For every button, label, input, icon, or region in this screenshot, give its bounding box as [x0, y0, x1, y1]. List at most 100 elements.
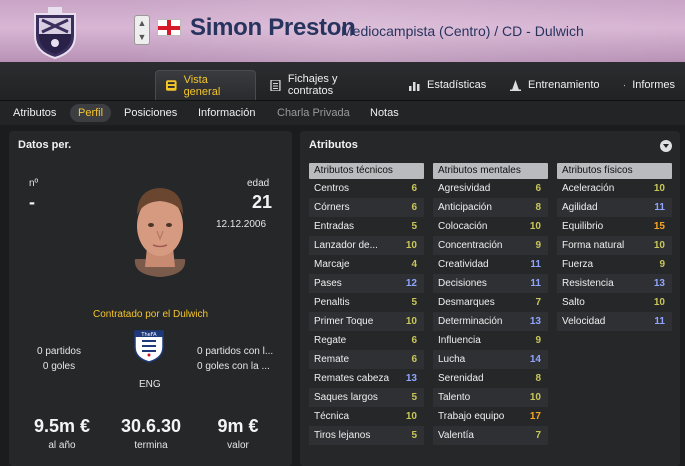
attribute-value: 13 [653, 278, 665, 289]
attribute-name: Entradas [314, 221, 355, 232]
tab-training[interactable]: Entrenamiento [500, 70, 610, 100]
mental-attributes-header: Atributos mentales [433, 163, 548, 179]
attribute-row[interactable]: Velocidad 11 [557, 312, 672, 331]
attribute-value: 10 [405, 240, 417, 251]
attribute-value: 5 [411, 221, 417, 232]
attribute-row[interactable]: Marcaje 4 [309, 255, 424, 274]
attribute-row[interactable]: Influencia 9 [433, 331, 548, 350]
attribute-value: 5 [411, 430, 417, 441]
attribute-row[interactable]: Anticipación 8 [433, 198, 548, 217]
subtab-information[interactable]: Información [190, 104, 263, 122]
attribute-row[interactable]: Decisiones 11 [433, 274, 548, 293]
nation-code: ENG [139, 379, 161, 390]
attribute-name: Trabajo equipo [438, 411, 505, 422]
attribute-row[interactable]: Remates cabeza 13 [309, 369, 424, 388]
attribute-value: 10 [653, 183, 665, 194]
attribute-value: 15 [653, 221, 665, 232]
attribute-row[interactable]: Forma natural 10 [557, 236, 672, 255]
attribute-row[interactable]: Agresividad 6 [433, 179, 548, 198]
attribute-row[interactable]: Desmarques 7 [433, 293, 548, 312]
attribute-name: Regate [314, 335, 347, 346]
attribute-value: 11 [530, 259, 541, 270]
document-icon [270, 79, 281, 91]
attribute-name: Marcaje [314, 259, 350, 270]
subtab-notes[interactable]: Notas [362, 104, 407, 122]
attribute-name: Agilidad [562, 202, 598, 213]
attribute-row[interactable]: Creatividad 11 [433, 255, 548, 274]
attribute-row[interactable]: Aceleración 10 [557, 179, 672, 198]
attribute-row[interactable]: Determinación 13 [433, 312, 548, 331]
tab-statistics[interactable]: Estadísticas [399, 70, 497, 100]
attribute-value: 9 [535, 335, 541, 346]
attribute-name: Talento [438, 392, 471, 403]
attribute-row[interactable]: Salto 10 [557, 293, 672, 312]
attribute-row[interactable]: Córners 6 [309, 198, 424, 217]
attribute-name: Concentración [438, 240, 503, 251]
attribute-row[interactable]: Colocación 10 [433, 217, 548, 236]
panel-menu-dropdown-icon[interactable] [660, 140, 672, 152]
subtab-profile[interactable]: Perfil [70, 104, 112, 122]
subtab-attributes[interactable]: Atributos [5, 104, 64, 122]
contract-expiry-label: termina [134, 440, 168, 451]
player-role[interactable]: Mediocampista (Centro) / CD - Dulwich [341, 23, 584, 39]
attribute-row[interactable]: Valentía 7 [433, 426, 548, 445]
club-goals: 0 goles [42, 361, 76, 372]
attribute-name: Lucha [438, 354, 466, 365]
attribute-row[interactable]: Agilidad 11 [557, 198, 672, 217]
attribute-value: 9 [535, 240, 541, 251]
attribute-value: 5 [411, 392, 417, 403]
attribute-row[interactable]: Regate 6 [309, 331, 424, 350]
overview-icon [166, 80, 177, 91]
attribute-name: Anticipación [438, 202, 492, 213]
attribute-name: Aceleración [562, 183, 615, 194]
next-player-icon[interactable]: ▼ [135, 30, 149, 44]
attribute-row[interactable]: Serenidad 8 [433, 369, 548, 388]
attribute-row[interactable]: Lucha 14 [433, 350, 548, 369]
attribute-value: 4 [411, 259, 417, 270]
attribute-row[interactable]: Entradas 5 [309, 217, 424, 236]
birth-date: 12.12.2006 [216, 219, 267, 230]
personal-data-panel: Datos per. nº - edad 21 12.12.2006 Contr… [9, 131, 292, 466]
attribute-row[interactable]: Penaltis 5 [309, 293, 424, 312]
report-icon [624, 84, 626, 86]
tab-transfers-contracts[interactable]: Fichajes y contratos [260, 70, 395, 100]
attribute-row[interactable]: Saques largos 5 [309, 388, 424, 407]
attribute-row[interactable]: Técnica 10 [309, 407, 424, 426]
attribute-row[interactable]: Remate 6 [309, 350, 424, 369]
personal-data-title: Datos per. [18, 139, 72, 151]
attribute-value: 6 [411, 202, 417, 213]
contract-status[interactable]: Contratado por el Dulwich [9, 309, 292, 320]
tab-transfers-label: Fichajes y contratos [287, 73, 338, 97]
attribute-row[interactable]: Talento 10 [433, 388, 548, 407]
market-value-label: valor [227, 440, 249, 451]
attribute-value: 10 [653, 297, 665, 308]
attribute-row[interactable]: Resistencia 13 [557, 274, 672, 293]
attribute-row[interactable]: Fuerza 9 [557, 255, 672, 274]
attribute-name: Colocación [438, 221, 488, 232]
mental-attributes-column: Atributos mentales Agresividad 6 Anticipac… [433, 163, 548, 445]
attribute-row[interactable]: Concentración 9 [433, 236, 548, 255]
attribute-value: 6 [535, 183, 541, 194]
attribute-row[interactable]: Centros 6 [309, 179, 424, 198]
tab-overview[interactable]: Vista general [155, 70, 256, 100]
tab-reports[interactable]: Informes [614, 70, 685, 100]
physical-attributes-column: Atributos físicos Aceleración 10 Agilidad 1… [557, 163, 672, 331]
attribute-row[interactable]: Pases 12 [309, 274, 424, 293]
previous-player-icon[interactable]: ▲ [135, 16, 149, 30]
attribute-row[interactable]: Tiros lejanos 5 [309, 426, 424, 445]
attribute-row[interactable]: Trabajo equipo 17 [433, 407, 548, 426]
attribute-name: Creatividad [438, 259, 489, 270]
player-stepper[interactable]: ▲ ▼ [134, 15, 150, 45]
technical-attributes-header: Atributos técnicos [309, 163, 424, 179]
club-crest-icon [34, 7, 76, 60]
attribute-row[interactable]: Lanzador de... 10 [309, 236, 424, 255]
attribute-row[interactable]: Primer Toque 10 [309, 312, 424, 331]
attribute-name: Velocidad [562, 316, 606, 327]
shirt-number-value: - [29, 192, 35, 212]
age-value: 21 [252, 192, 273, 212]
subtab-positions[interactable]: Posiciones [116, 104, 185, 122]
attributes-panel: Atributos Atributos técnicos Centros 6 Cór… [300, 131, 680, 466]
subtab-private-chat[interactable]: Charla Privada [269, 104, 358, 122]
attribute-name: Valentía [438, 430, 474, 441]
attribute-row[interactable]: Equilibrio 15 [557, 217, 672, 236]
